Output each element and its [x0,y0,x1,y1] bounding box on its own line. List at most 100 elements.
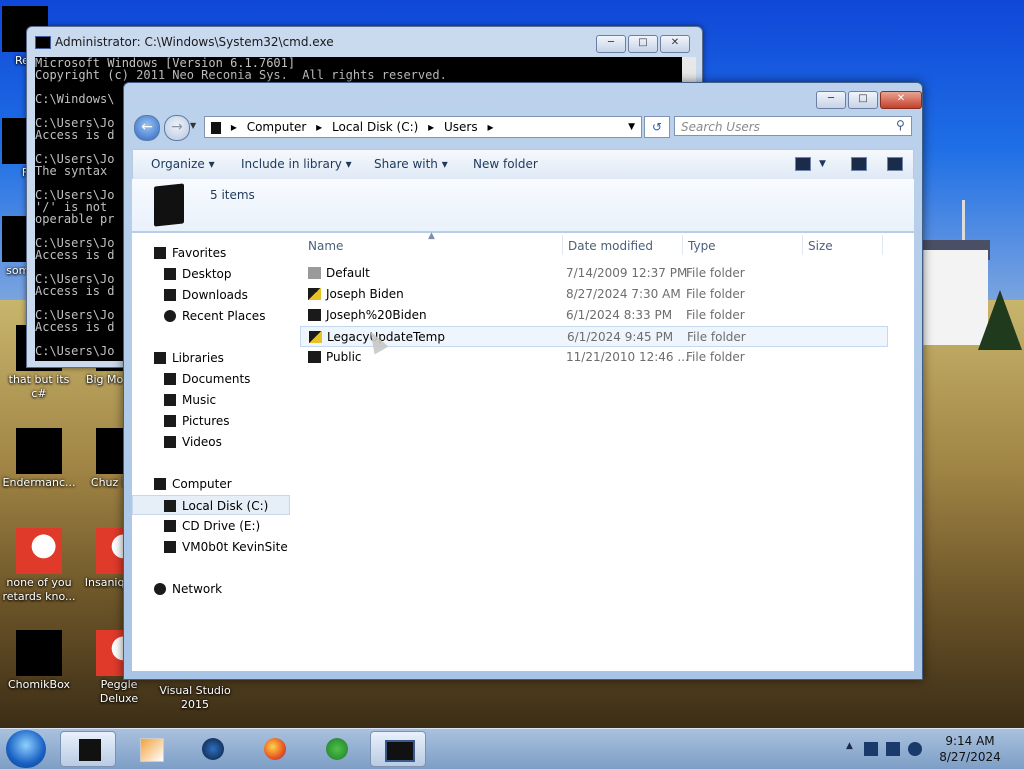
desktop-icon-endermanch[interactable]: Endermanc... [0,428,78,490]
nav-label: Recent Places [182,309,266,323]
search-input[interactable]: Search Users [674,116,912,136]
nav-label: Computer [172,477,232,491]
file-row[interactable]: Joseph Biden 8/27/2024 7:30 AM File fold… [300,284,876,305]
desktop-icon-none-of-you[interactable]: none of you retards kno... [0,528,78,604]
sort-arrow-icon: ▲ [428,231,435,241]
nav-label: Network [172,582,223,596]
taskbar-explorer[interactable] [60,731,116,767]
column-divider[interactable] [882,235,883,255]
show-hidden-icons-icon[interactable]: ▲ [846,741,853,751]
wallpaper-tree [978,290,1022,350]
taskbar-download-manager[interactable] [308,731,364,767]
music-icon [164,394,176,406]
nav-documents[interactable]: Documents [132,369,290,389]
maximize-button[interactable]: □ [628,35,658,53]
taskbar-media-player[interactable] [122,731,178,767]
nav-desktop[interactable]: Desktop [132,264,290,284]
clock[interactable]: 9:14 AM 8/27/2024 [930,733,1010,765]
item-count: 5 items [210,188,255,202]
column-header-size[interactable]: Size [808,239,833,253]
file-date: 11/21/2010 12:46 ... [566,350,689,364]
column-header-type[interactable]: Type [688,239,716,253]
tray-app-icon[interactable] [864,742,878,756]
file-name: Joseph Biden [326,287,404,301]
details-header: 5 items [132,179,914,231]
volume-icon[interactable] [908,742,922,756]
nav-network[interactable]: Network [132,579,290,599]
column-divider[interactable] [682,235,683,255]
minimize-button[interactable]: ─ [596,35,626,53]
address-dropdown-icon[interactable]: ▼ [628,117,635,137]
column-divider[interactable] [802,235,803,255]
file-type: File folder [686,308,745,322]
nav-music[interactable]: Music [132,390,290,410]
nav-label: Desktop [182,267,232,281]
videos-icon [164,436,176,448]
nav-libraries[interactable]: Libraries [132,348,290,368]
close-button[interactable]: ✕ [660,35,690,53]
explorer-icon [79,739,101,761]
desktop-icon-label: ChomikBox [8,678,70,691]
preview-pane-icon[interactable] [851,157,867,171]
cmd-caption-buttons: ─ □ ✕ [596,35,690,53]
breadcrumb-users[interactable]: Users [444,120,478,134]
network-status-icon[interactable] [886,742,900,756]
organize-button[interactable]: Organize ▾ [151,157,215,171]
view-dropdown-icon[interactable]: ▼ [819,159,826,169]
file-row[interactable]: Joseph%20Biden 6/1/2024 8:33 PM File fol… [300,305,876,326]
desktop-icon-label: Peggle Deluxe [99,678,139,705]
taskbar-firefox[interactable] [246,731,302,767]
nav-network-share[interactable]: VM0b0t KevinSite [132,537,290,557]
column-header-date[interactable]: Date modified [568,239,653,253]
file-row-hovered[interactable]: LegacyUpdateTemp 6/1/2024 9:45 PM File f… [300,326,888,347]
breadcrumb-separator: ▸ [316,120,323,134]
recent-places-icon [164,310,176,322]
libraries-icon [154,352,166,364]
breadcrumb-separator: ▸ [230,120,237,134]
breadcrumb-local-disk[interactable]: Local Disk (C:) [332,120,418,134]
include-label: Include in library [241,157,342,171]
back-button[interactable]: ← [134,115,160,141]
refresh-button[interactable]: ↺ [644,116,670,138]
minimize-button[interactable]: ─ [816,91,846,109]
nav-videos[interactable]: Videos [132,432,290,452]
maximize-button[interactable]: □ [848,91,878,109]
include-in-library-button[interactable]: Include in library ▾ [241,157,352,171]
forward-button[interactable]: → [164,115,190,141]
globe-icon [202,738,224,760]
help-icon[interactable] [887,157,903,171]
desktop-icon-visual-studio[interactable]: Visual Studio 2015 [156,684,234,712]
nav-local-disk[interactable]: Local Disk (C:) [132,495,290,515]
file-row[interactable]: Public 11/21/2010 12:46 ... File folder [300,347,876,368]
share-with-button[interactable]: Share with ▾ [374,157,448,171]
nav-downloads[interactable]: Downloads [132,285,290,305]
file-name: Public [326,350,362,364]
taskbar-cmd[interactable] [370,731,426,767]
desktop-icon-chomikbox[interactable]: ChomikBox [0,630,78,692]
change-view-icon[interactable] [795,157,811,171]
taskbar: ▲ 9:14 AM 8/27/2024 [0,728,1024,769]
nav-cd-drive[interactable]: CD Drive (E:) [132,516,290,536]
search-icon[interactable]: ⚲ [896,118,905,132]
clock-time: 9:14 AM [945,734,995,748]
nav-computer[interactable]: Computer [132,474,290,494]
pictures-icon [164,415,176,427]
nav-label: Downloads [182,288,248,302]
recent-pages-dropdown-icon[interactable]: ▼ [190,121,196,130]
nav-recent-places[interactable]: Recent Places [132,306,290,326]
nav-favorites[interactable]: Favorites [132,243,290,263]
nav-pictures[interactable]: Pictures [132,411,290,431]
file-list: Name ▲ Date modified Type Size Default 7… [290,231,914,671]
address-bar[interactable]: ▸ Computer ▸ Local Disk (C:) ▸ Users ▸ ▼ [204,116,642,138]
nav-label: Favorites [172,246,227,260]
file-row[interactable]: Default 7/14/2009 12:37 PM File folder [300,263,876,284]
column-divider[interactable] [562,235,563,255]
nav-label: VM0b0t KevinSite [182,540,288,554]
taskbar-globe-app[interactable] [184,731,240,767]
breadcrumb-computer[interactable]: Computer [247,120,307,134]
start-button[interactable] [6,730,46,768]
close-button[interactable]: ✕ [880,91,922,109]
column-header-name[interactable]: Name [308,239,343,253]
new-folder-button[interactable]: New folder [473,157,538,171]
explorer-window[interactable]: ─ □ ✕ ← → ▼ ▸ Computer ▸ Local Disk (C:)… [123,82,923,680]
